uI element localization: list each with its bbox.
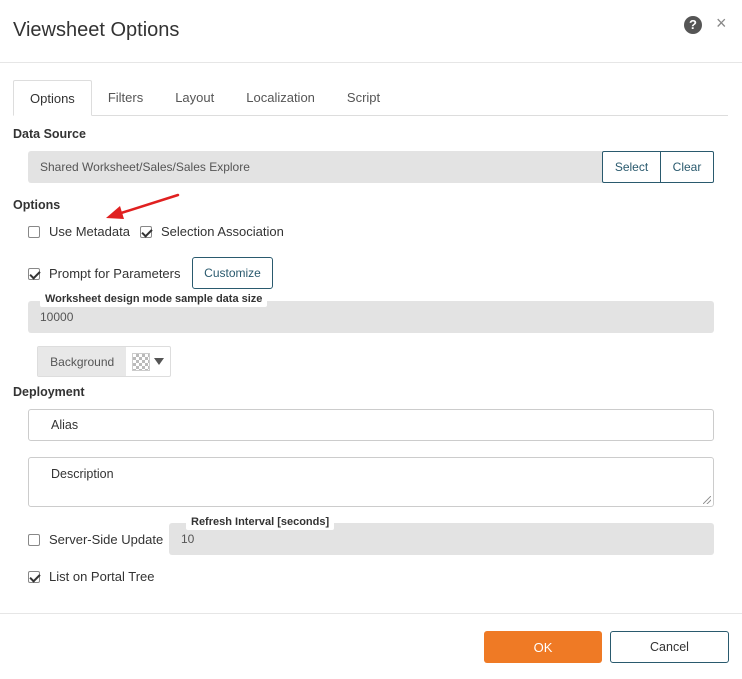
customize-button[interactable]: Customize — [192, 257, 273, 289]
list-on-portal-tree-label: List on Portal Tree — [49, 569, 155, 584]
list-on-portal-tree-checkbox[interactable] — [28, 570, 40, 583]
annotation-arrow-icon — [106, 193, 180, 219]
server-side-update-checkbox[interactable] — [28, 533, 40, 546]
tab-bar: Options Filters Layout Localization Scri… — [13, 80, 396, 116]
tab-script[interactable]: Script — [331, 80, 396, 116]
header-divider — [0, 62, 742, 63]
background-picker: Background — [37, 346, 171, 377]
tab-layout[interactable]: Layout — [159, 80, 230, 116]
server-side-update-option[interactable]: Server-Side Update — [28, 532, 163, 547]
refresh-interval-label: Refresh Interval [seconds] — [186, 515, 335, 530]
prompt-for-parameters-option[interactable]: Prompt for Parameters — [28, 266, 181, 281]
transparent-swatch-icon — [132, 352, 151, 371]
description-placeholder: Description — [51, 467, 114, 481]
description-textarea[interactable]: Description — [28, 457, 714, 507]
options-section-label: Options — [13, 198, 61, 212]
use-metadata-checkbox[interactable] — [28, 225, 40, 238]
deployment-section-label: Deployment — [13, 385, 85, 399]
server-side-update-label: Server-Side Update — [49, 532, 164, 547]
help-icon[interactable]: ? — [684, 16, 702, 34]
viewsheet-options-dialog: Viewsheet Options ? × Options Filters La… — [0, 0, 742, 679]
selection-association-option[interactable]: Selection Association — [140, 224, 284, 239]
data-source-field: Shared Worksheet/Sales/Sales Explore — [28, 151, 604, 183]
clear-button[interactable]: Clear — [660, 151, 714, 183]
tabs-divider — [13, 115, 728, 116]
background-color-button[interactable] — [126, 347, 170, 376]
prompt-for-parameters-checkbox[interactable] — [28, 267, 40, 280]
footer-divider — [0, 613, 742, 614]
use-metadata-label: Use Metadata — [49, 224, 130, 239]
dialog-title: Viewsheet Options — [13, 19, 180, 41]
tab-filters[interactable]: Filters — [92, 80, 159, 116]
close-icon[interactable]: × — [716, 13, 727, 34]
sample-size-label: Worksheet design mode sample data size — [40, 292, 268, 307]
cancel-button[interactable]: Cancel — [610, 631, 729, 663]
selection-association-label: Selection Association — [161, 224, 284, 239]
background-label: Background — [38, 347, 127, 376]
use-metadata-option[interactable]: Use Metadata — [28, 224, 130, 239]
list-on-portal-tree-option[interactable]: List on Portal Tree — [28, 569, 155, 584]
select-button[interactable]: Select — [602, 151, 661, 183]
tab-options[interactable]: Options — [13, 80, 92, 116]
alias-input[interactable]: Alias — [28, 409, 714, 441]
resize-handle-icon[interactable] — [703, 496, 711, 504]
ok-button[interactable]: OK — [484, 631, 602, 663]
tab-localization[interactable]: Localization — [230, 80, 331, 116]
data-source-label: Data Source — [13, 127, 86, 141]
selection-association-checkbox[interactable] — [140, 225, 152, 238]
caret-down-icon — [154, 358, 165, 365]
prompt-for-parameters-label: Prompt for Parameters — [49, 266, 181, 281]
